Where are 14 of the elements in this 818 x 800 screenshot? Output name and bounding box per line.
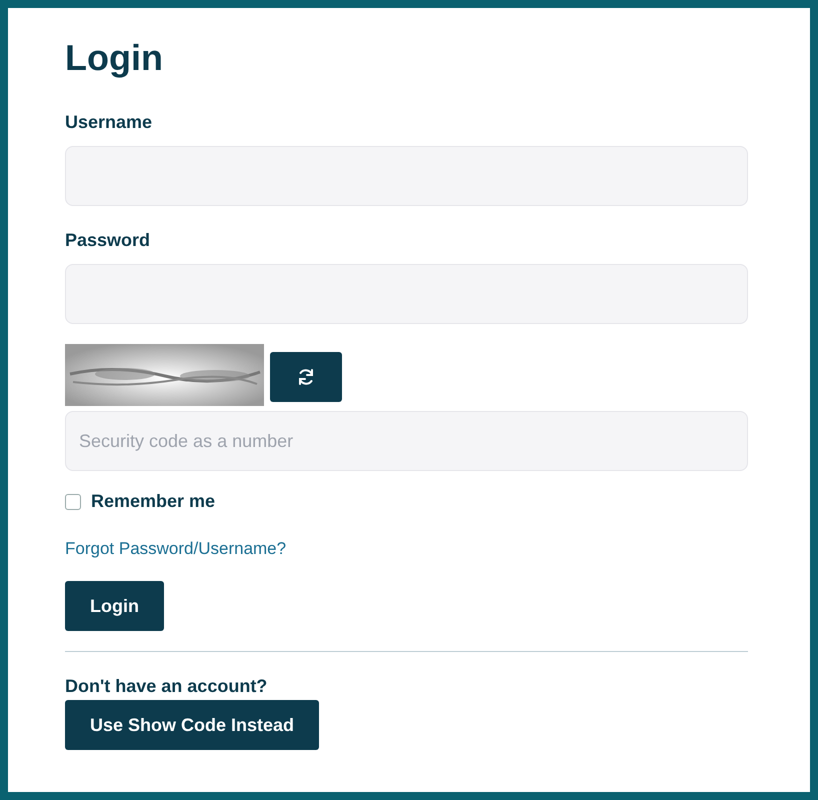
- field-label: Password: [65, 230, 152, 251]
- password-field[interactable]: [65, 264, 748, 324]
- refresh-icon: [296, 367, 316, 387]
- username-field[interactable]: [65, 146, 748, 206]
- checkbox-label: Remember me: [91, 491, 216, 512]
- forgot-link[interactable]: Forgot Password/Username?: [65, 539, 286, 559]
- refresh-button[interactable]: [270, 352, 342, 402]
- page-title: Login: [65, 36, 164, 80]
- login-button[interactable]: Login: [65, 581, 164, 631]
- show-code-button[interactable]: Use Show Code Instead: [65, 700, 320, 750]
- checkbox[interactable]: [65, 494, 81, 510]
- security-code-field[interactable]: Security code as a number: [65, 411, 748, 471]
- signup-prompt: Don't have an account?: [65, 676, 268, 697]
- field-label: Username: [65, 112, 154, 133]
